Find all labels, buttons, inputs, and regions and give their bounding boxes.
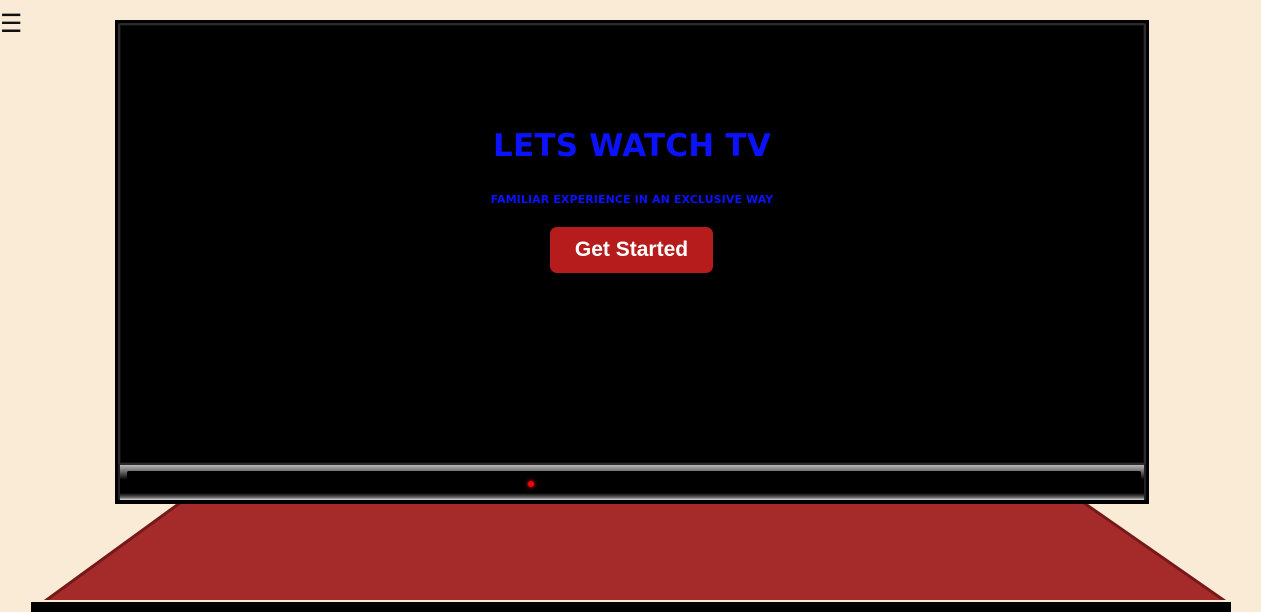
tv-screen: LETS WATCH TV FAMILIAR EXPERIENCE IN AN … [118, 23, 1146, 465]
tv-subtitle: FAMILIAR EXPERIENCE IN AN EXCLUSIVE WAY [490, 193, 774, 206]
tv-stand [31, 504, 1231, 612]
menu-icon-glyph: ☰ [0, 9, 23, 38]
stand-base-shadow [31, 602, 1231, 612]
landing-page: ☰ LETS WATCH TV FAMILIAR EXPERIENCE IN A… [0, 0, 1261, 612]
tv-bezel-inner-panel [127, 471, 1141, 491]
hamburger-menu-icon[interactable]: ☰ [0, 11, 24, 37]
tv-title: LETS WATCH TV [493, 128, 771, 164]
power-led-icon [528, 481, 534, 487]
tv-bottom-bezel [118, 465, 1146, 500]
stand-platform [44, 504, 1226, 600]
get-started-button[interactable]: Get Started [550, 227, 713, 273]
tv-frame: LETS WATCH TV FAMILIAR EXPERIENCE IN AN … [115, 20, 1149, 504]
